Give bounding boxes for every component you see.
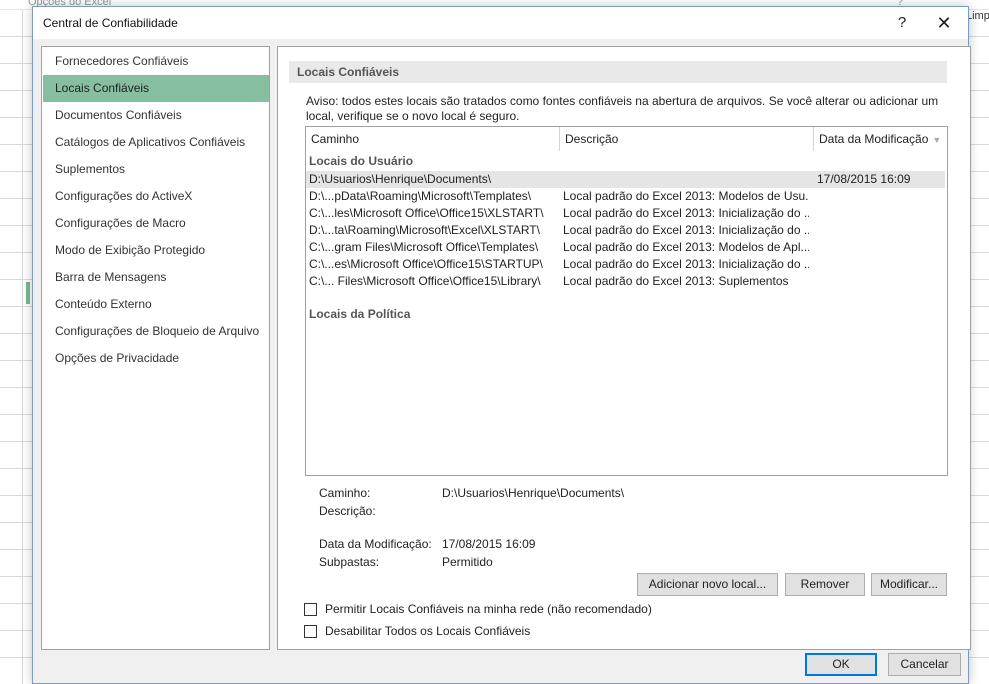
- checkbox-box[interactable]: [304, 625, 317, 638]
- nav-item-trusted-publishers[interactable]: Fornecedores Confiáveis: [43, 48, 269, 75]
- column-header-modified[interactable]: Data da Modificação ▼: [814, 127, 944, 151]
- row-path: D:\...pData\Roaming\Microsoft\Templates\: [309, 189, 532, 203]
- location-row[interactable]: D:\...ta\Roaming\Microsoft\Excel\XLSTART…: [306, 222, 945, 239]
- section-title: Locais Confiáveis: [289, 61, 947, 83]
- background-selection-marker: [26, 282, 30, 304]
- nav-item-message-bar[interactable]: Barra de Mensagens: [43, 264, 269, 291]
- nav-item-add-ins[interactable]: Suplementos: [43, 156, 269, 183]
- column-header-modified-label: Data da Modificação: [819, 132, 929, 146]
- row-path: D:\...ta\Roaming\Microsoft\Excel\XLSTART…: [309, 223, 540, 237]
- nav-item-privacy-options[interactable]: Opções de Privacidade: [43, 345, 269, 372]
- modify-button[interactable]: Modificar...: [871, 573, 947, 596]
- row-path: C:\... Files\Microsoft Office\Office15\L…: [309, 274, 541, 288]
- warning-text: Aviso: todos estes locais são tratados c…: [306, 94, 939, 123]
- add-new-location-button[interactable]: Adicionar novo local...: [637, 573, 778, 596]
- group-label-user-locations: Locais do Usuário: [309, 154, 414, 168]
- column-header-description-label: Descrição: [565, 132, 619, 146]
- list-header: Caminho Descrição Data da Modificação ▼: [306, 127, 947, 151]
- row-path: C:\...les\Microsoft Office\Office15\XLST…: [309, 206, 544, 220]
- trust-center-dialog: Central de Confiabilidade ? ✕ Fornecedor…: [32, 6, 971, 684]
- column-header-path-label: Caminho: [311, 132, 360, 146]
- row-path: C:\...gram Files\Microsoft Office\Templa…: [309, 240, 539, 254]
- trusted-locations-list[interactable]: Caminho Descrição Data da Modificação ▼ L…: [305, 126, 948, 476]
- checkbox-label: Desabilitar Todos os Locais Confiáveis: [325, 624, 531, 638]
- detail-path-value: D:\Usuarios\Henrique\Documents\: [442, 486, 625, 500]
- detail-modified-value: 17/08/2015 16:09: [442, 537, 536, 551]
- location-row[interactable]: D:\...pData\Roaming\Microsoft\Templates\…: [306, 188, 945, 205]
- nav-item-trusted-documents[interactable]: Documentos Confiáveis: [43, 102, 269, 129]
- row-path: D:\Usuarios\Henrique\Documents\: [309, 172, 492, 186]
- background-side-text: Limp: [966, 10, 989, 22]
- close-icon[interactable]: ✕: [932, 11, 956, 35]
- nav-item-trusted-app-catalogs[interactable]: Catálogos de Aplicativos Confiáveis: [43, 129, 269, 156]
- nav-item-external-content[interactable]: Conteúdo Externo: [43, 291, 269, 318]
- remove-button[interactable]: Remover: [785, 573, 865, 596]
- trust-center-nav: Fornecedores Confiáveis Locais Confiávei…: [41, 46, 270, 650]
- detail-path-label: Caminho:: [319, 486, 371, 500]
- column-header-description[interactable]: Descrição: [560, 127, 814, 151]
- location-row[interactable]: C:\...es\Microsoft Office\Office15\START…: [306, 256, 945, 273]
- trusted-locations-panel: Locais Confiáveis Aviso: todos estes loc…: [277, 46, 971, 650]
- row-description: Local padrão do Excel 2013: Inicializaçã…: [563, 223, 809, 237]
- nav-item-file-block-settings[interactable]: Configurações de Bloqueio de Arquivo: [43, 318, 269, 345]
- nav-item-macro-settings[interactable]: Configurações de Macro: [43, 210, 269, 237]
- row-description: Local padrão do Excel 2013: Suplementos: [563, 274, 789, 288]
- detail-subfolders-label: Subpastas:: [319, 555, 380, 569]
- cancel-button[interactable]: Cancelar: [888, 653, 961, 676]
- checkbox-label: Permitir Locais Confiáveis na minha rede…: [325, 602, 652, 616]
- row-description: Local padrão do Excel 2013: Inicializaçã…: [563, 206, 809, 220]
- location-row[interactable]: C:\...gram Files\Microsoft Office\Templa…: [306, 239, 945, 256]
- dialog-title: Central de Confiabilidade: [43, 16, 178, 30]
- location-row[interactable]: C:\...les\Microsoft Office\Office15\XLST…: [306, 205, 945, 222]
- ok-button[interactable]: OK: [805, 653, 877, 676]
- checkbox-box[interactable]: [304, 603, 317, 616]
- detail-subfolders-value: Permitido: [442, 555, 493, 569]
- group-label-policy-locations: Locais da Política: [309, 307, 411, 321]
- location-row[interactable]: C:\... Files\Microsoft Office\Office15\L…: [306, 273, 945, 290]
- row-description: Local padrão do Excel 2013: Modelos de A…: [563, 240, 809, 254]
- row-description: Local padrão do Excel 2013: Inicializaçã…: [563, 257, 809, 271]
- detail-description-label: Descrição:: [319, 504, 376, 518]
- dialog-titlebar: Central de Confiabilidade ? ✕: [33, 7, 968, 39]
- location-row[interactable]: D:\Usuarios\Henrique\Documents\ 17/08/20…: [306, 171, 945, 188]
- nav-item-activex-settings[interactable]: Configurações do ActiveX: [43, 183, 269, 210]
- nav-item-protected-view[interactable]: Modo de Exibição Protegido: [43, 237, 269, 264]
- row-path: C:\...es\Microsoft Office\Office15\START…: [309, 257, 543, 271]
- column-header-path[interactable]: Caminho: [306, 127, 560, 151]
- help-icon[interactable]: ?: [890, 11, 914, 35]
- nav-item-trusted-locations[interactable]: Locais Confiáveis: [43, 75, 269, 102]
- row-description: Local padrão do Excel 2013: Modelos de U…: [563, 189, 809, 203]
- detail-modified-label: Data da Modificação:: [319, 537, 432, 551]
- grid-column-line: [22, 10, 23, 684]
- sort-descending-icon: ▼: [932, 135, 942, 145]
- row-date: 17/08/2015 16:09: [817, 172, 911, 186]
